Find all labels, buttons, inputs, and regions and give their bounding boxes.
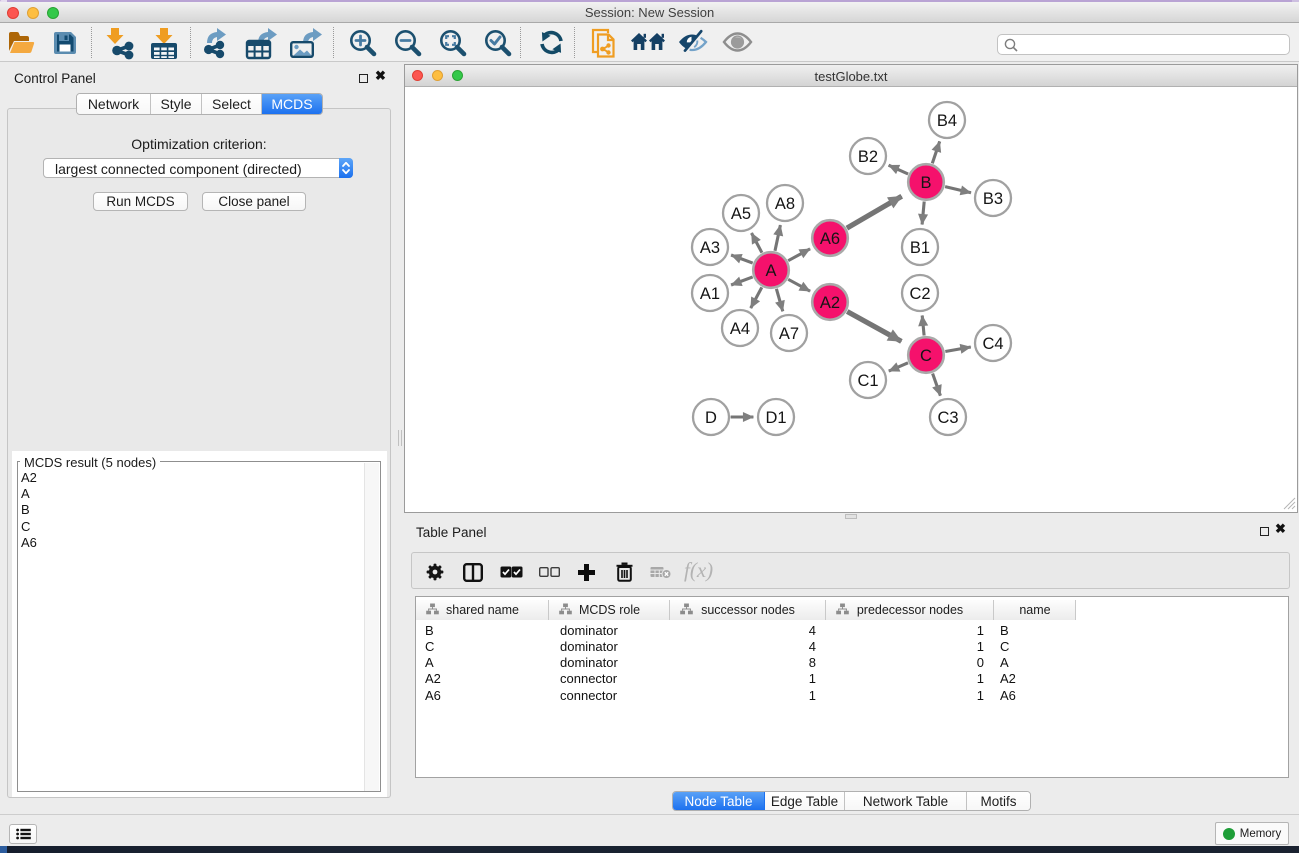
svg-text:A4: A4: [730, 320, 750, 338]
svg-text:B1: B1: [910, 239, 930, 257]
svg-text:C3: C3: [937, 409, 958, 427]
svg-text:A1: A1: [700, 285, 720, 303]
svg-text:C4: C4: [982, 335, 1003, 353]
svg-text:C: C: [920, 347, 932, 365]
svg-text:B4: B4: [937, 112, 957, 130]
svg-text:C2: C2: [909, 285, 930, 303]
svg-text:A3: A3: [700, 239, 720, 257]
svg-text:A8: A8: [775, 195, 795, 213]
svg-text:A: A: [765, 262, 776, 280]
svg-text:D1: D1: [765, 409, 786, 427]
svg-text:B: B: [920, 174, 931, 192]
svg-text:B3: B3: [983, 190, 1003, 208]
svg-text:A2: A2: [820, 294, 840, 312]
svg-text:B2: B2: [858, 148, 878, 166]
svg-text:A7: A7: [779, 325, 799, 343]
svg-text:A5: A5: [731, 205, 751, 223]
svg-text:D: D: [705, 409, 717, 427]
svg-text:C1: C1: [857, 372, 878, 390]
svg-text:A6: A6: [820, 230, 840, 248]
